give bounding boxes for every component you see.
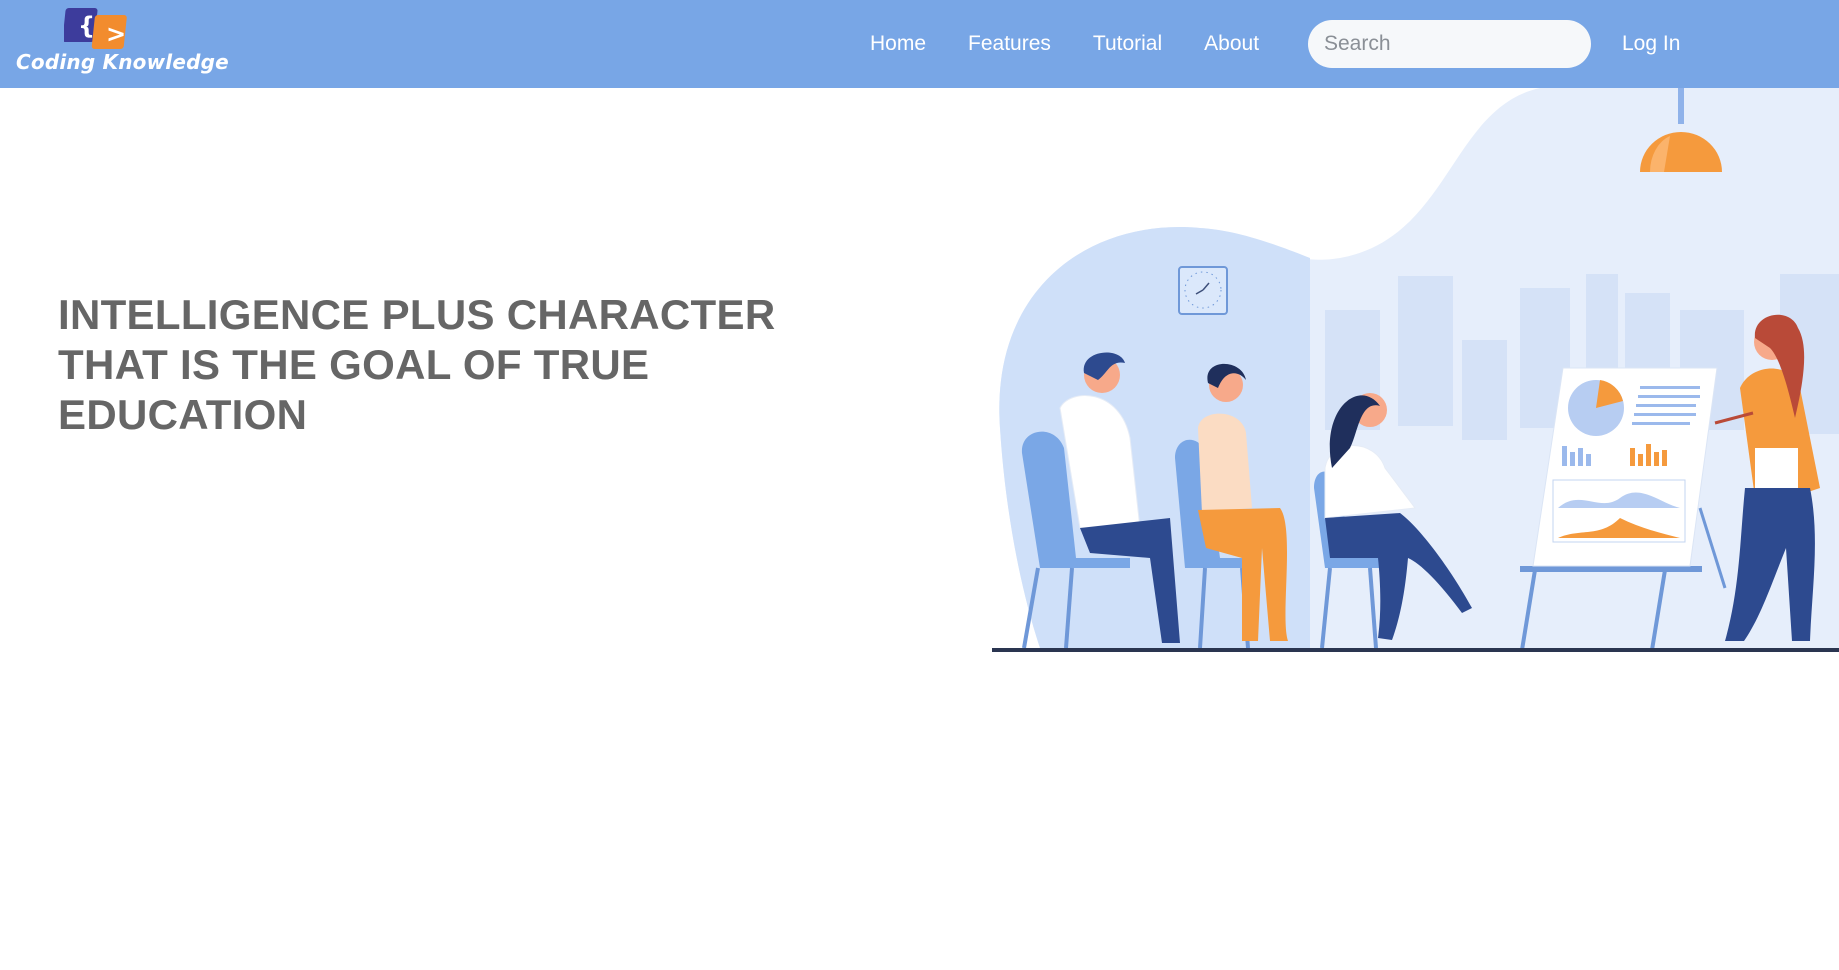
login-link[interactable]: Log In: [1622, 0, 1680, 88]
nav-about-link[interactable]: About: [1204, 32, 1259, 56]
svg-text:>: >: [106, 20, 126, 48]
brand-logo[interactable]: { > Coding Knowledge: [14, 6, 229, 78]
hero-line: EDUCATION: [58, 391, 308, 438]
search-input[interactable]: [1308, 20, 1591, 68]
nav-tutorial-link[interactable]: Tutorial: [1093, 32, 1162, 56]
svg-text:{: {: [78, 12, 95, 40]
navbar: { > Coding Knowledge Home Features Tutor…: [0, 0, 1839, 88]
hero-line: THAT IS THE GOAL OF TRUE: [58, 341, 650, 388]
code-brackets-logo-icon: { >: [64, 8, 127, 49]
brand-name: Coding Knowledge: [16, 50, 229, 74]
hero-heading: INTELLIGENCE PLUS CHARACTER THAT IS THE …: [58, 290, 818, 440]
classroom-illustration: [992, 88, 1839, 652]
wall-clock-icon: [1178, 266, 1228, 315]
nav-home-link[interactable]: Home: [870, 32, 926, 56]
nav-features-link[interactable]: Features: [968, 32, 1051, 56]
floor-line: [992, 648, 1839, 652]
hero-line: INTELLIGENCE PLUS CHARACTER: [58, 291, 776, 338]
main-nav: Home Features Tutorial About: [870, 0, 1301, 88]
